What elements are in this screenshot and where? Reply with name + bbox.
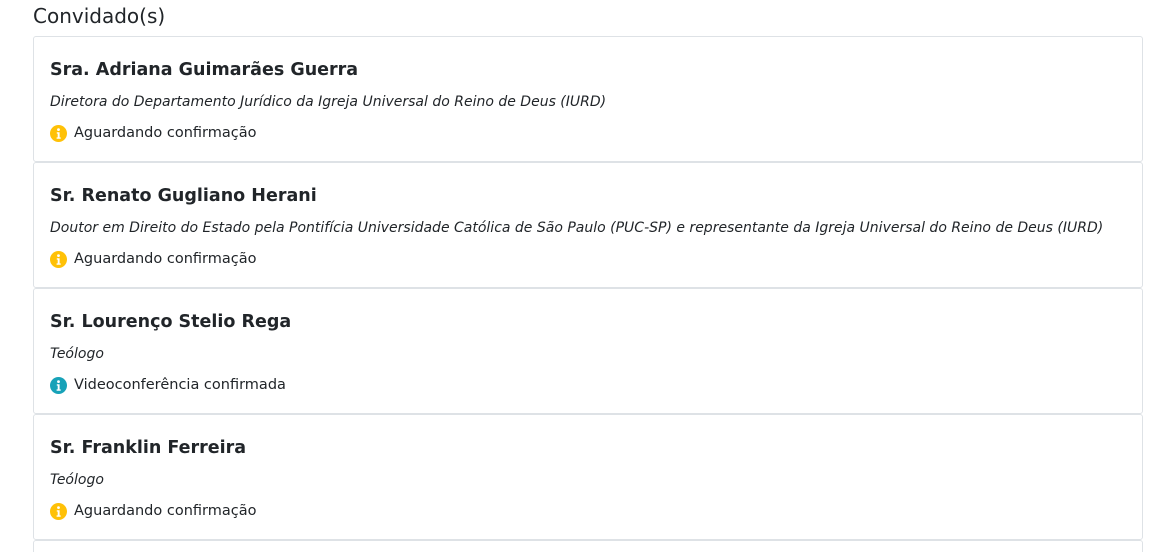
guest-status: Aguardando confirmação xyxy=(50,501,256,521)
guest-card: Sr. Lourenço Stelio Rega Teólogo Videoco… xyxy=(33,288,1143,414)
guest-card-partial xyxy=(33,540,1143,552)
guest-status: Aguardando confirmação xyxy=(50,249,256,269)
guest-name: Sr. Renato Gugliano Herani xyxy=(50,186,317,206)
guest-role: Teólogo xyxy=(50,472,104,488)
status-text: Aguardando confirmação xyxy=(74,503,257,519)
info-circle-icon xyxy=(50,124,67,142)
guest-name: Sr. Lourenço Stelio Rega xyxy=(50,312,292,332)
guest-role: Teólogo xyxy=(50,346,104,362)
status-text: Aguardando confirmação xyxy=(74,125,257,141)
guest-list: Sra. Adriana Guimarães Guerra Diretora d… xyxy=(33,36,1143,552)
section-title: Convidado(s) xyxy=(33,4,166,28)
guests-section: Convidado(s) Sra. Adriana Guimarães Guer… xyxy=(0,0,1163,552)
guest-card: Sr. Renato Gugliano Herani Doutor em Dir… xyxy=(33,162,1143,288)
status-text: Videoconferência confirmada xyxy=(74,377,286,393)
guest-role: Doutor em Direito do Estado pela Pontifí… xyxy=(50,220,1104,236)
guest-role: Diretora do Departamento Jurídico da Igr… xyxy=(50,94,607,110)
guest-name: Sr. Franklin Ferreira xyxy=(50,438,247,458)
guest-card: Sr. Franklin Ferreira Teólogo Aguardando… xyxy=(33,414,1143,540)
guest-status: Videoconferência confirmada xyxy=(50,375,286,395)
guest-name: Sra. Adriana Guimarães Guerra xyxy=(50,60,359,80)
status-text: Aguardando confirmação xyxy=(74,251,257,267)
info-circle-icon xyxy=(50,376,67,394)
guest-card: Sra. Adriana Guimarães Guerra Diretora d… xyxy=(33,36,1143,162)
guest-status: Aguardando confirmação xyxy=(50,123,256,143)
info-circle-icon xyxy=(50,502,67,520)
info-circle-icon xyxy=(50,250,67,268)
